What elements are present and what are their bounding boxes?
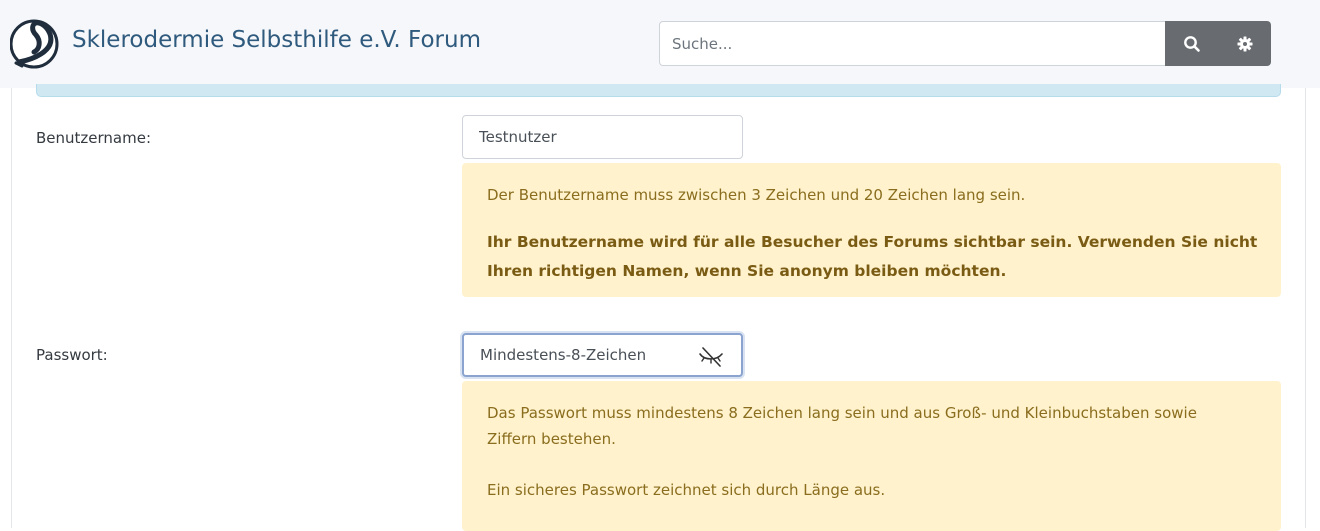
search-input[interactable] bbox=[659, 21, 1167, 66]
gear-icon bbox=[1237, 36, 1252, 51]
logo-icon bbox=[9, 19, 59, 69]
password-visibility-toggle[interactable] bbox=[694, 339, 728, 373]
site-logo[interactable] bbox=[9, 12, 64, 72]
info-alert bbox=[36, 84, 1281, 97]
username-hint: Der Benutzername muss zwischen 3 Zeichen… bbox=[487, 186, 1026, 204]
search-button[interactable] bbox=[1165, 21, 1218, 66]
password-hint: Das Passwort muss mindestens 8 Zeichen l… bbox=[487, 404, 1197, 448]
search-button-group bbox=[1165, 21, 1271, 66]
settings-button[interactable] bbox=[1218, 21, 1271, 66]
username-label: Benutzername: bbox=[36, 129, 152, 147]
username-warning: Ihr Benutzername wird für alle Besucher … bbox=[487, 233, 1258, 280]
eye-slash-icon bbox=[699, 347, 723, 367]
password-label: Passwort: bbox=[36, 346, 108, 364]
site-title[interactable]: Sklerodermie Selbsthilfe e.V. Forum bbox=[72, 27, 481, 53]
header-bar: Sklerodermie Selbsthilfe e.V. Forum bbox=[0, 0, 1320, 88]
password-hint-box: Das Passwort muss mindestens 8 Zeichen l… bbox=[462, 381, 1281, 531]
username-input[interactable] bbox=[462, 115, 743, 159]
username-hint-box: Der Benutzername muss zwischen 3 Zeichen… bbox=[462, 163, 1281, 297]
password-hint-2: Ein sicheres Passwort zeichnet sich durc… bbox=[487, 481, 886, 499]
search-icon bbox=[1183, 35, 1200, 52]
